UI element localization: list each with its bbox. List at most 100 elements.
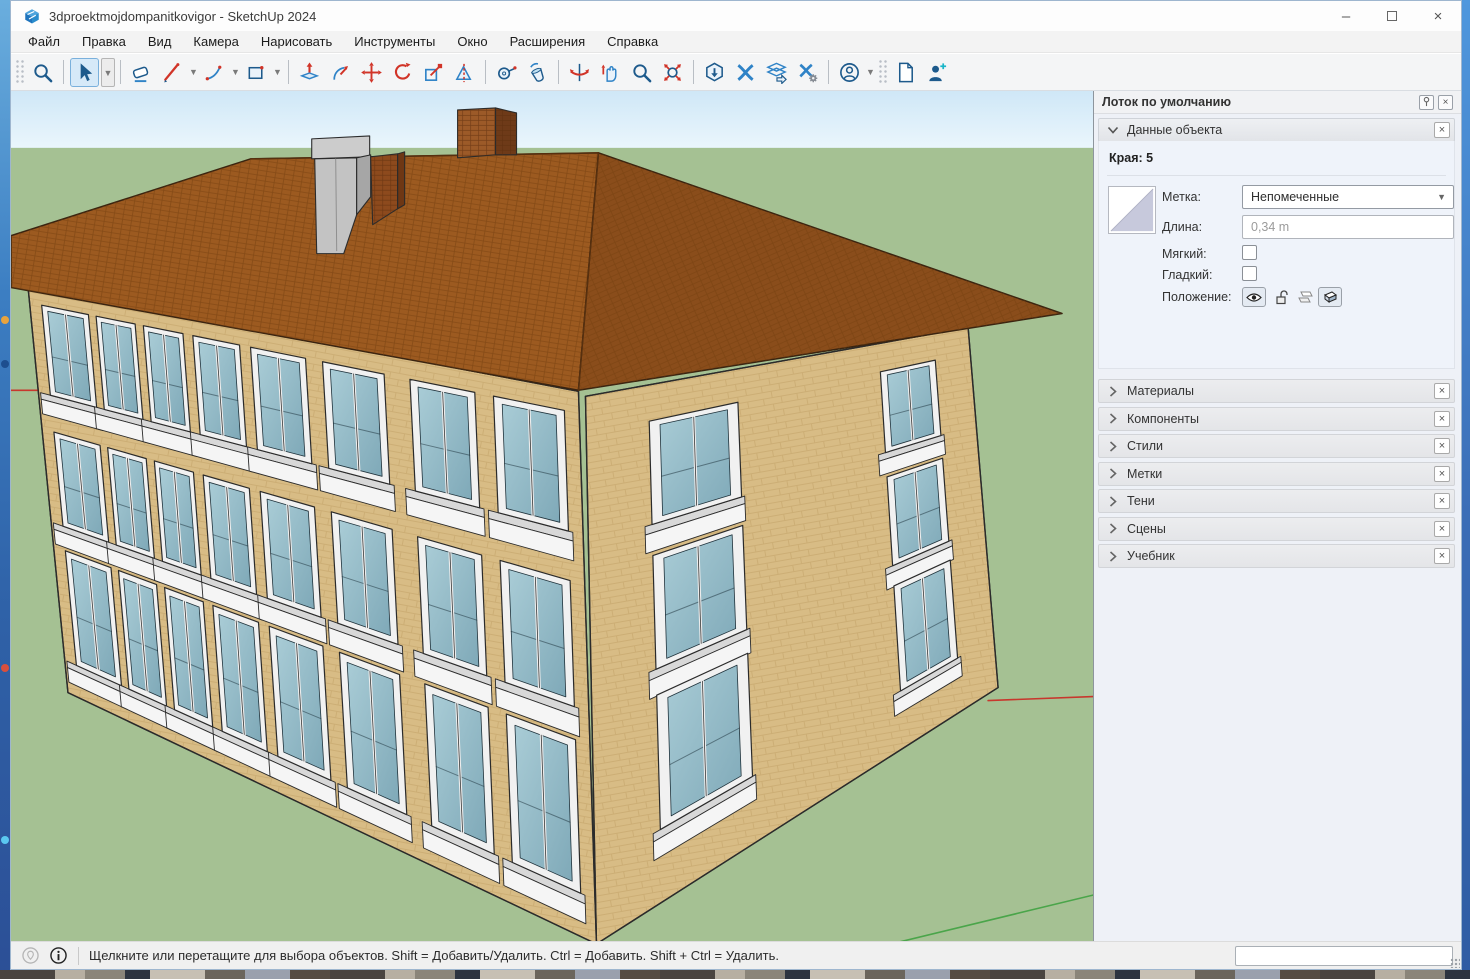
- length-input[interactable]: [1242, 215, 1454, 239]
- flip-tool-button[interactable]: [450, 58, 479, 87]
- zoom-tool-button[interactable]: [28, 58, 57, 87]
- tray-section-label: Тени: [1127, 494, 1155, 508]
- menu-8[interactable]: Расширения: [499, 31, 597, 52]
- account-dropdown[interactable]: ▼: [865, 67, 876, 77]
- tape-measure-tool-button[interactable]: [492, 58, 521, 87]
- menu-3[interactable]: Вид: [137, 31, 183, 52]
- zoom-extents-tool-icon: [661, 61, 684, 84]
- eraser-tool-button[interactable]: [127, 58, 156, 87]
- smooth-checkbox[interactable]: [1242, 266, 1257, 281]
- extension-manager-icon: [796, 61, 819, 84]
- extension-warehouse-button[interactable]: [731, 58, 760, 87]
- tray-section-close-button[interactable]: ×: [1434, 493, 1450, 509]
- tray-section-7[interactable]: Учебник×: [1098, 544, 1455, 568]
- chevron-right-icon: [1107, 496, 1119, 507]
- soft-checkbox[interactable]: [1242, 245, 1257, 260]
- chevron-right-icon: [1107, 413, 1119, 424]
- push-pull-tool-icon: [298, 61, 321, 84]
- tray-section-close-button[interactable]: ×: [1434, 411, 1450, 427]
- edges-count: Края: 5: [1109, 151, 1153, 165]
- tray-section-2[interactable]: Компоненты×: [1098, 407, 1455, 431]
- zoom-camera-tool-button[interactable]: [627, 58, 656, 87]
- arc-tool-dropdown[interactable]: ▼: [230, 67, 241, 77]
- tray-section-4[interactable]: Метки×: [1098, 462, 1455, 486]
- new-document-button[interactable]: [891, 58, 920, 87]
- move-tool-button[interactable]: [357, 58, 386, 87]
- menu-7[interactable]: Окно: [446, 31, 498, 52]
- arc-tool-button[interactable]: [200, 58, 229, 87]
- add-location-icon: [925, 61, 948, 84]
- toggle-locked-button[interactable]: [1271, 287, 1291, 307]
- eraser-tool-icon: [130, 61, 153, 84]
- paint-bucket-tool-icon: [526, 61, 549, 84]
- rectangle-tool-button[interactable]: [242, 58, 271, 87]
- desktop-icon: [1, 664, 9, 672]
- tray-pin-button[interactable]: [1419, 95, 1434, 110]
- menu-4[interactable]: Камера: [182, 31, 249, 52]
- 3d-viewport[interactable]: [11, 91, 1094, 941]
- freehand-line-tool-dropdown[interactable]: ▼: [188, 67, 199, 77]
- menu-9[interactable]: Справка: [596, 31, 669, 52]
- account-button[interactable]: [835, 58, 864, 87]
- push-pull-tool-button[interactable]: [295, 58, 324, 87]
- zoom-extents-tool-button[interactable]: [658, 58, 687, 87]
- tray-section-close-button[interactable]: ×: [1434, 438, 1450, 454]
- receive-shadows-button[interactable]: [1318, 287, 1342, 307]
- tray-section-5[interactable]: Тени ×: [1098, 489, 1455, 513]
- desktop-left-strip: [0, 0, 10, 979]
- extension-manager-button[interactable]: [793, 58, 822, 87]
- rectangle-tool-icon: [245, 61, 268, 84]
- tray-section-close-button[interactable]: ×: [1434, 521, 1450, 537]
- extension-warehouse-icon: [734, 61, 757, 84]
- menu-1[interactable]: Файл: [17, 31, 71, 52]
- tag-dropdown[interactable]: Непомеченные ▼: [1242, 185, 1454, 209]
- maximize-button[interactable]: [1369, 1, 1415, 31]
- sheets-icon: [1298, 291, 1313, 304]
- toolbar-separator: [63, 60, 64, 84]
- tray-section-1[interactable]: Материалы ×: [1098, 379, 1455, 403]
- 3d-warehouse-button[interactable]: [700, 58, 729, 87]
- toggle-hidden-button[interactable]: [1242, 287, 1266, 307]
- rectangle-tool-dropdown[interactable]: ▼: [272, 67, 283, 77]
- tray-section-close-button[interactable]: ×: [1434, 466, 1450, 482]
- info-icon[interactable]: [50, 947, 67, 964]
- tray-section-3[interactable]: Стили×: [1098, 434, 1455, 458]
- paint-bucket-tool-button[interactable]: [523, 58, 552, 87]
- send-to-layout-button[interactable]: [762, 58, 791, 87]
- arc-tool-icon: [203, 61, 226, 84]
- scale-tool-button[interactable]: [419, 58, 448, 87]
- eraser-box-icon: [1323, 291, 1338, 304]
- rotate-tool-button[interactable]: [388, 58, 417, 87]
- tray-section-close-button[interactable]: ×: [1434, 548, 1450, 564]
- entity-info-header[interactable]: Данные объекта ×: [1098, 118, 1455, 142]
- sketchup-window: 3dproektmojdompanitkovigor - SketchUp 20…: [10, 0, 1462, 970]
- toolbar: ▼ ▼ ▼ ▼ ▼: [11, 54, 1461, 91]
- default-tray: Лоток по умолчанию × Данные объекта ×: [1094, 91, 1461, 941]
- measurements-input[interactable]: [1235, 946, 1453, 966]
- menu-2[interactable]: Правка: [71, 31, 137, 52]
- toolbar-separator: [828, 60, 829, 84]
- menu-6[interactable]: Инструменты: [343, 31, 446, 52]
- cast-shadows-button[interactable]: [1295, 287, 1315, 307]
- menu-5[interactable]: Нарисовать: [250, 31, 343, 52]
- pan-tool-button[interactable]: [596, 58, 625, 87]
- orbit-tool-button[interactable]: [565, 58, 594, 87]
- select-tool-button[interactable]: [70, 58, 99, 87]
- offset-tool-button[interactable]: [326, 58, 355, 87]
- select-tool-dropdown[interactable]: ▼: [101, 58, 115, 87]
- tray-section-label: Материалы: [1127, 384, 1194, 398]
- tray-section-close-button[interactable]: ×: [1434, 383, 1450, 399]
- flip-tool-icon: [453, 61, 476, 84]
- entity-info-close-button[interactable]: ×: [1434, 122, 1450, 138]
- close-button[interactable]: ×: [1415, 1, 1461, 31]
- tray-section-6[interactable]: Сцены×: [1098, 517, 1455, 541]
- freehand-line-tool-button[interactable]: [158, 58, 187, 87]
- tray-close-button[interactable]: ×: [1438, 95, 1453, 110]
- chevron-right-icon: [1107, 523, 1119, 534]
- toolbar-grip[interactable]: [15, 59, 25, 85]
- add-location-button[interactable]: [922, 58, 951, 87]
- desktop-icon: [1, 316, 9, 324]
- toolbar-grip[interactable]: [878, 59, 888, 85]
- resize-grip[interactable]: [1450, 958, 1460, 968]
- minimize-button[interactable]: –: [1323, 1, 1369, 31]
